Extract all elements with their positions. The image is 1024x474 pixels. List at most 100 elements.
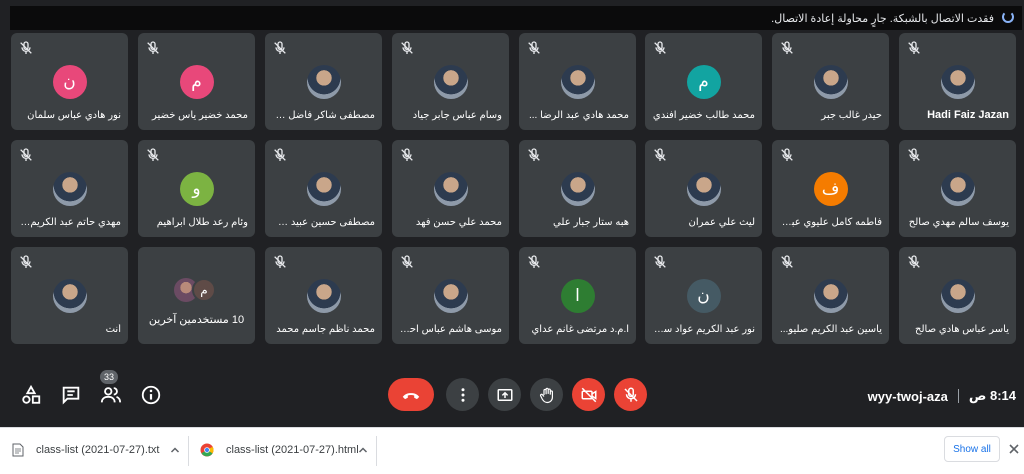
participant-tile[interactable]: مصطفى حسين عبيد خليف: [265, 140, 382, 237]
participant-name: هبه ستار جبار علي: [553, 217, 629, 228]
mic-muted-icon: [18, 147, 34, 163]
more-options-button[interactable]: [446, 378, 479, 411]
participant-tile[interactable]: ف فاطمه كامل عليوي عباس: [772, 140, 889, 237]
participant-tile[interactable]: مصطفى شاكر فاضل ع...: [265, 33, 382, 130]
avatar: [940, 279, 975, 313]
avatar: [306, 65, 341, 99]
mic-muted-icon: [906, 147, 922, 163]
mic-off-icon: [623, 387, 638, 402]
participant-name: موسى هاشم عباس احمد: [399, 324, 502, 335]
participant-name: ياسر عباس هادي صالح: [915, 324, 1009, 335]
avatar: م: [686, 65, 721, 99]
raise-hand-button[interactable]: [530, 378, 563, 411]
participant-name: ليث علي عمران: [688, 217, 755, 228]
mic-muted-icon: [779, 40, 795, 56]
participant-tile[interactable]: م محمد طالب خضير افندي: [645, 33, 762, 130]
mic-muted-icon: [272, 40, 288, 56]
participant-tile[interactable]: مهدي حاتم عبد الكريم ه...: [11, 140, 128, 237]
meeting-tools: 33: [20, 370, 162, 406]
avatar: [433, 65, 468, 99]
participant-tile[interactable]: موسى هاشم عباس احمد: [392, 247, 509, 344]
mic-muted-icon: [272, 254, 288, 270]
mic-muted-icon: [399, 40, 415, 56]
participant-tile[interactable]: حيدر غالب جبر: [772, 33, 889, 130]
hand-icon: [539, 387, 553, 403]
participant-tile[interactable]: ن نور عبد الكريم عواد سل...: [645, 247, 762, 344]
participant-name: حيدر غالب جبر: [821, 110, 882, 121]
people-count-badge: 33: [100, 370, 118, 384]
avatar: [52, 279, 87, 313]
participant-tile[interactable]: ن نور هادي عباس سلمان: [11, 33, 128, 130]
participant-tile[interactable]: هبه ستار جبار علي: [519, 140, 636, 237]
mic-toggle-button[interactable]: [614, 378, 647, 411]
chat-icon[interactable]: [60, 384, 82, 406]
mic-muted-icon: [399, 147, 415, 163]
control-bar: 33 wyy-twoj-aza 8:14 ص: [0, 370, 1024, 422]
meeting-info: wyy-twoj-aza 8:14 ص: [868, 388, 1016, 404]
mic-muted-icon: [526, 147, 542, 163]
participant-tile[interactable]: وسام عباس جابر جياد: [392, 33, 509, 130]
participant-name: يوسف سالم مهدي صالح: [908, 217, 1009, 228]
participant-tile[interactable]: Hadi Faiz Jazan: [899, 33, 1016, 130]
mic-muted-icon: [272, 147, 288, 163]
participant-tile[interactable]: و وئام رعد طلال ابراهيم: [138, 140, 255, 237]
participant-name: نور عبد الكريم عواد سل...: [652, 324, 755, 335]
participant-tile[interactable]: ياسين عبد الكريم صليو...: [772, 247, 889, 344]
avatar: [686, 172, 721, 206]
more-vert-icon: [461, 387, 464, 402]
meeting-details-icon[interactable]: [140, 384, 162, 406]
participant-tile[interactable]: أنت: [11, 247, 128, 344]
mic-muted-icon: [526, 254, 542, 270]
download-filename: class-list (2021-07-27).txt: [36, 444, 160, 456]
mic-muted-icon: [18, 40, 34, 56]
mic-muted-icon: [145, 40, 161, 56]
avatar: ف: [813, 172, 848, 206]
download-divider: [376, 436, 377, 466]
participant-tile[interactable]: محمد هادي عبد الرضا ...: [519, 33, 636, 130]
download-filename: class-list (2021-07-27).html: [226, 444, 359, 456]
avatar: [560, 172, 595, 206]
camera-toggle-button[interactable]: [572, 378, 605, 411]
present-screen-button[interactable]: [488, 378, 521, 411]
show-all-button[interactable]: Show all: [944, 436, 1000, 462]
avatar: ن: [52, 65, 87, 99]
avatar: [813, 279, 848, 313]
mic-muted-icon: [652, 40, 668, 56]
mic-muted-icon: [18, 254, 34, 270]
participant-tile[interactable]: محمد ناظم جاسم محمد: [265, 247, 382, 344]
leave-call-button[interactable]: [388, 378, 434, 411]
participant-tile[interactable]: ليث علي عمران: [645, 140, 762, 237]
mic-muted-icon: [906, 254, 922, 270]
avatar: [560, 65, 595, 99]
participant-name: مهدي حاتم عبد الكريم ه...: [18, 217, 121, 228]
avatar: م: [192, 278, 216, 302]
participant-tile[interactable]: محمد علي حسن فهد: [392, 140, 509, 237]
participant-tile[interactable]: ا ا.م.د مرتضى غانم عداي: [519, 247, 636, 344]
other-participants-avatars: م: [174, 278, 222, 304]
avatar: [940, 172, 975, 206]
participant-name: محمد خضير ياس خضير: [152, 110, 248, 121]
activities-icon[interactable]: [20, 384, 42, 406]
participant-tile[interactable]: يوسف سالم مهدي صالح: [899, 140, 1016, 237]
chevron-up-icon[interactable]: [170, 445, 180, 455]
close-icon[interactable]: [1008, 443, 1020, 455]
people-icon[interactable]: 33: [100, 370, 122, 406]
hang-up-icon: [402, 392, 420, 399]
download-divider: [188, 436, 189, 466]
download-item-txt[interactable]: class-list (2021-07-27).txt: [12, 428, 188, 472]
participant-tile[interactable]: م محمد خضير ياس خضير: [138, 33, 255, 130]
other-participants-tile[interactable]: م 10 مستخدمين آخرين: [138, 247, 255, 344]
participant-name: فاطمه كامل عليوي عباس: [779, 217, 882, 228]
mic-muted-icon: [779, 254, 795, 270]
avatar: ا: [560, 279, 595, 313]
meet-window: فقدت الاتصال بالشبكة. جارٍ محاولة إعادة …: [0, 0, 1024, 474]
call-controls: [388, 378, 647, 411]
present-icon: [497, 388, 512, 401]
participant-name: مصطفى شاكر فاضل ع...: [272, 110, 375, 121]
participant-tile[interactable]: ياسر عباس هادي صالح: [899, 247, 1016, 344]
download-item-html[interactable]: class-list (2021-07-27).html: [200, 428, 376, 472]
chevron-up-icon[interactable]: [358, 445, 368, 455]
download-shelf: class-list (2021-07-27).txt class-list (…: [0, 427, 1024, 474]
info-divider: [957, 389, 959, 403]
mic-muted-icon: [145, 147, 161, 163]
